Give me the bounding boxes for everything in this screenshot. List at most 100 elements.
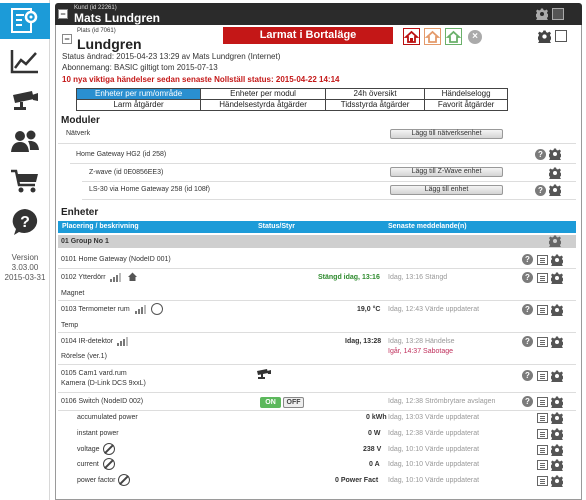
ls30-module: LS-30 via Home Gateway 258 (id 108f) (89, 186, 211, 193)
nav-statistics[interactable] (0, 43, 50, 79)
log-icon[interactable] (537, 337, 548, 347)
disabled-icon[interactable] (118, 474, 130, 486)
unit-status: Stängd idag, 13:16 (318, 274, 380, 281)
nav-users[interactable] (0, 123, 50, 159)
gear-icon[interactable] (551, 304, 563, 316)
unit-name[interactable]: 0102 Ytterdörr (61, 274, 106, 281)
gateway-module: Home Gateway HG2 (id 258) (76, 151, 167, 158)
gear-icon[interactable] (551, 272, 563, 284)
tab-favorite-actions[interactable]: Favorit åtgärder (424, 99, 508, 111)
unit-name[interactable]: 0106 Switch (NodeID 002) (61, 398, 143, 405)
unit-name[interactable]: 0101 Home Gateway (NodeID 001) (61, 256, 171, 263)
collapse-location-button[interactable]: − (62, 34, 72, 44)
log-icon[interactable] (537, 255, 548, 265)
gear-icon[interactable] (551, 370, 563, 382)
nav-help[interactable]: ? (0, 204, 50, 240)
add-unit-button[interactable]: Lägg till enhet (390, 185, 503, 195)
help-icon: ? (12, 209, 38, 235)
help-icon[interactable]: ? (535, 185, 546, 196)
gear-icon[interactable] (551, 254, 563, 266)
measurement-value: 0 W (368, 430, 381, 437)
gear-icon[interactable] (549, 184, 561, 196)
tab-alarm-actions[interactable]: Larm åtgärder (75, 99, 202, 111)
log-icon[interactable] (537, 445, 548, 455)
gear-icon[interactable] (551, 475, 563, 487)
maximize-icon[interactable] (555, 30, 567, 42)
log-icon[interactable] (537, 273, 548, 283)
tab-timed-actions[interactable]: Tidsstyrda åtgärder (324, 99, 426, 111)
reset-status-icon[interactable]: × (468, 30, 482, 44)
measurement-message: Idag, 12:38 Värde uppdaterat (388, 430, 480, 437)
disabled-icon[interactable] (103, 458, 115, 470)
nav-camera[interactable] (0, 83, 50, 119)
log-icon[interactable] (537, 305, 548, 315)
alarm-away-button[interactable] (403, 28, 420, 45)
disabled-icon[interactable] (103, 443, 115, 455)
log-icon[interactable] (537, 476, 548, 486)
customer-name: Mats Lundgren (74, 11, 160, 25)
unit-name[interactable]: 0103 Termometer rum (61, 306, 130, 313)
measurement-message: Idag, 10:10 Värde uppdaterat (388, 477, 480, 484)
unit-type: Kamera (D-Link DCS 9xxL) (61, 380, 146, 387)
battery-icon (151, 303, 163, 315)
switch-off-button[interactable]: OFF (283, 397, 304, 408)
alarm-home-button[interactable] (424, 28, 441, 45)
nav-shop[interactable] (0, 163, 50, 199)
events-notice[interactable]: 10 nya viktiga händelser sedan senaste N… (62, 75, 339, 84)
version-date: 2015-03-31 (4, 273, 46, 282)
gear-icon[interactable] (551, 396, 563, 408)
log-icon[interactable] (537, 429, 548, 439)
log-icon[interactable] (537, 460, 548, 470)
divider (58, 332, 576, 333)
help-icon[interactable]: ? (535, 149, 546, 160)
add-network-unit-button[interactable]: Lägg till nätverksenhet (390, 129, 503, 139)
measurement-name: current (77, 461, 99, 468)
zwave-module: Z-wave (id 0E0856EE3) (89, 169, 164, 176)
log-icon[interactable] (537, 413, 548, 423)
gear-icon[interactable] (538, 30, 551, 43)
camera-icon (13, 91, 38, 110)
camera-icon[interactable] (256, 368, 272, 379)
switch-on-button[interactable]: ON (260, 397, 281, 408)
tab-event-actions[interactable]: Händelsestyrda åtgärder (200, 99, 326, 111)
gear-icon[interactable] (536, 8, 548, 20)
tab-event-log[interactable]: Händelselogg (424, 88, 508, 100)
gear-icon[interactable] (551, 444, 563, 456)
tab-units-per-room[interactable]: Enheter per rum/område (75, 88, 202, 100)
version-number: 3.03.00 (11, 263, 39, 272)
gear-icon[interactable] (551, 336, 563, 348)
group-name: 01 Group No 1 (61, 238, 109, 245)
gear-icon[interactable] (551, 412, 563, 424)
unit-name[interactable]: 0105 Cam1 vard.rum (61, 370, 127, 377)
help-icon[interactable]: ? (522, 304, 533, 315)
gear-icon[interactable] (551, 459, 563, 471)
log-icon[interactable] (537, 371, 548, 381)
help-icon[interactable]: ? (522, 272, 533, 283)
measurement-name: voltage (77, 446, 100, 453)
collapse-customer-button[interactable]: − (58, 9, 68, 19)
tab-24h-overview[interactable]: 24h översikt (324, 88, 426, 100)
add-zwave-unit-button[interactable]: Lägg till Z-Wave enhet (390, 167, 503, 177)
help-icon[interactable]: ? (522, 336, 533, 347)
gear-icon[interactable] (549, 167, 561, 179)
signal-icon (110, 273, 122, 282)
settings-icon (11, 8, 38, 33)
unit-last-message: Idag, 12:38 Strömbrytare avslagen (388, 398, 496, 405)
help-icon[interactable]: ? (522, 370, 533, 381)
help-icon[interactable]: ? (522, 396, 533, 407)
gear-icon[interactable] (549, 148, 561, 160)
log-icon[interactable] (537, 397, 548, 407)
unit-name[interactable]: 0104 IR-detektor (61, 338, 113, 345)
alarm-off-button[interactable] (445, 28, 462, 45)
nav-settings[interactable] (0, 3, 50, 39)
measurement-name: power factor (77, 477, 116, 484)
help-icon[interactable]: ? (522, 254, 533, 265)
measurement-name: instant power (77, 430, 119, 437)
gear-icon[interactable] (549, 235, 561, 247)
group-row[interactable]: 01 Group No 1 (58, 235, 576, 248)
signal-icon (135, 305, 147, 314)
gear-icon[interactable] (551, 428, 563, 440)
tab-units-per-module[interactable]: Enheter per modul (200, 88, 326, 100)
maximize-icon[interactable] (552, 8, 564, 20)
unit-type: Magnet (61, 290, 85, 297)
